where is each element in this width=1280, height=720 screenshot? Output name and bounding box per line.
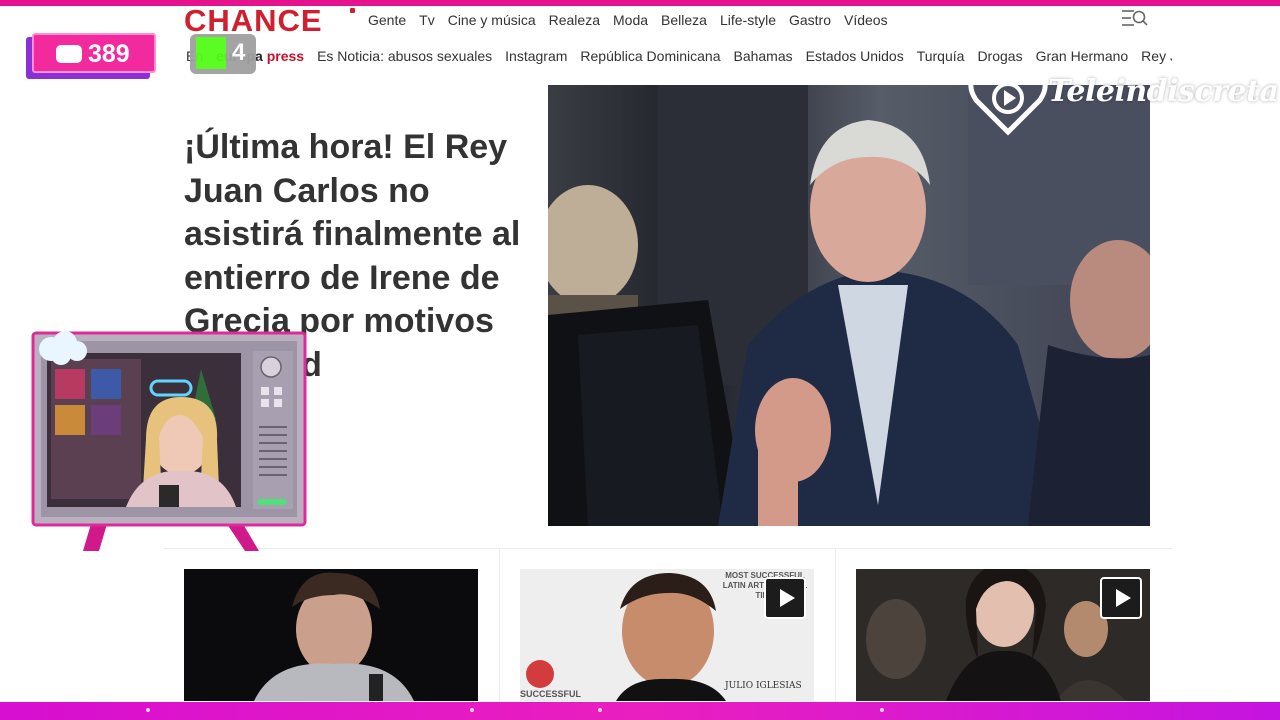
trending-republica-dominicana[interactable]: República Dominicana bbox=[580, 48, 720, 66]
nav-belleza[interactable]: Belleza bbox=[661, 12, 707, 28]
nav-moda[interactable]: Moda bbox=[613, 12, 648, 28]
hero-photo[interactable] bbox=[548, 85, 1150, 526]
nav-life-style[interactable]: Life-style bbox=[720, 12, 776, 28]
card-1-photo bbox=[184, 569, 478, 701]
trending-instagram[interactable]: Instagram bbox=[505, 48, 567, 66]
nav-tv[interactable]: Tv bbox=[419, 12, 435, 28]
card-divider-1 bbox=[499, 548, 500, 708]
chat-viewer-badge: 389 bbox=[26, 33, 156, 79]
section-divider bbox=[164, 548, 1172, 549]
menu-search-icon[interactable] bbox=[1120, 8, 1148, 30]
nav-realeza[interactable]: Realeza bbox=[549, 12, 600, 28]
kick-logo-icon bbox=[196, 37, 226, 69]
kick-badge: 4 bbox=[190, 34, 256, 74]
chat-count: 389 bbox=[88, 40, 130, 68]
webcam-tv-frame bbox=[31, 331, 307, 551]
trending-estados-unidos[interactable]: Estados Unidos bbox=[806, 48, 904, 66]
channel-watermark: Teleindiscreta bbox=[968, 60, 1279, 138]
heart-play-icon bbox=[968, 64, 1048, 136]
nav-cine-y-musica[interactable]: Cine y música bbox=[448, 12, 536, 28]
nav-videos[interactable]: Vídeos bbox=[844, 12, 888, 28]
trending-abusos[interactable]: Es Noticia: abusos sexuales bbox=[317, 48, 492, 66]
kick-count: 4 bbox=[232, 39, 246, 66]
article-card-2[interactable]: MOST SUCCESSFUL LATIN ARTIST OF ALL TIME… bbox=[520, 569, 814, 701]
trending-bahamas[interactable]: Bahamas bbox=[733, 48, 792, 66]
logo-accent bbox=[350, 8, 355, 13]
trending-turquia[interactable]: Turquía bbox=[917, 48, 965, 66]
card-2-photo-text-bottom: JULIO IGLESIAS bbox=[725, 681, 802, 691]
play-video-button[interactable] bbox=[1100, 577, 1142, 619]
watermark-text: Teleindiscreta bbox=[1048, 74, 1279, 109]
card-2-photo-text-left: SUCCESSFUL bbox=[520, 689, 582, 699]
play-video-button[interactable] bbox=[764, 577, 806, 619]
article-card-1[interactable] bbox=[184, 569, 478, 701]
nav-gente[interactable]: Gente bbox=[368, 12, 406, 28]
article-card-3[interactable] bbox=[856, 569, 1150, 701]
nav-gastro[interactable]: Gastro bbox=[789, 12, 831, 28]
bottom-stream-border bbox=[0, 702, 1280, 720]
chat-badge-panel: 389 bbox=[32, 33, 156, 73]
hero-photo-illustration bbox=[548, 85, 1150, 526]
card-divider-2 bbox=[835, 548, 836, 708]
main-nav: Gente Tv Cine y música Realeza Moda Bell… bbox=[368, 12, 888, 28]
chat-bubble-icon bbox=[56, 45, 82, 63]
